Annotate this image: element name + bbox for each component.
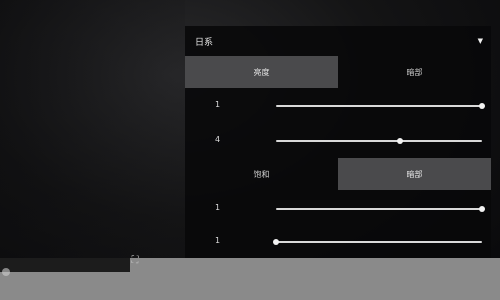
chevron-down-icon[interactable]: ▼: [478, 37, 483, 45]
video-editor-screen: 日系 ▼ 亮度 暗部 1 4 饱和 暗部 1 1 ⛶: [0, 0, 500, 300]
toggle-option-brightness[interactable]: 亮度: [185, 56, 338, 88]
toggle-option-saturation[interactable]: 饱和: [185, 158, 338, 190]
slider-track[interactable]: [276, 140, 482, 142]
slider-row: 1: [185, 230, 491, 254]
slider-thumb[interactable]: [479, 206, 485, 212]
slider-track[interactable]: [276, 241, 482, 243]
adjust-mode-toggle-2: 饱和 暗部: [185, 158, 491, 190]
slider-value-label: 1: [215, 236, 221, 245]
toggle-option-shadows[interactable]: 暗部: [338, 158, 491, 190]
timeline-strip: [0, 258, 130, 272]
filter-preset-dropdown[interactable]: 日系 ▼: [185, 26, 491, 56]
slider-row: 1: [185, 94, 491, 118]
slider-thumb[interactable]: [479, 103, 485, 109]
slider-value-label: 4: [215, 135, 221, 144]
slider-thumb[interactable]: [396, 138, 403, 144]
slider-track[interactable]: [276, 208, 482, 210]
filter-preset-value: 日系: [195, 37, 214, 48]
slider-value-label: 1: [215, 100, 221, 109]
filter-adjust-panel: 日系 ▼ 亮度 暗部 1 4 饱和 暗部 1 1: [185, 26, 491, 258]
slider-row: 4: [185, 129, 491, 153]
slider-value-label: 1: [215, 203, 221, 212]
slider-track[interactable]: [276, 105, 482, 107]
playhead-dot-icon[interactable]: [2, 268, 10, 276]
adjust-mode-toggle-1: 亮度 暗部: [185, 56, 491, 88]
resize-handle-icon[interactable]: ⛶: [128, 254, 142, 268]
video-preview-area: [0, 0, 185, 258]
toggle-option-shadows[interactable]: 暗部: [338, 56, 491, 88]
slider-thumb[interactable]: [273, 239, 279, 245]
slider-row: 1: [185, 197, 491, 221]
